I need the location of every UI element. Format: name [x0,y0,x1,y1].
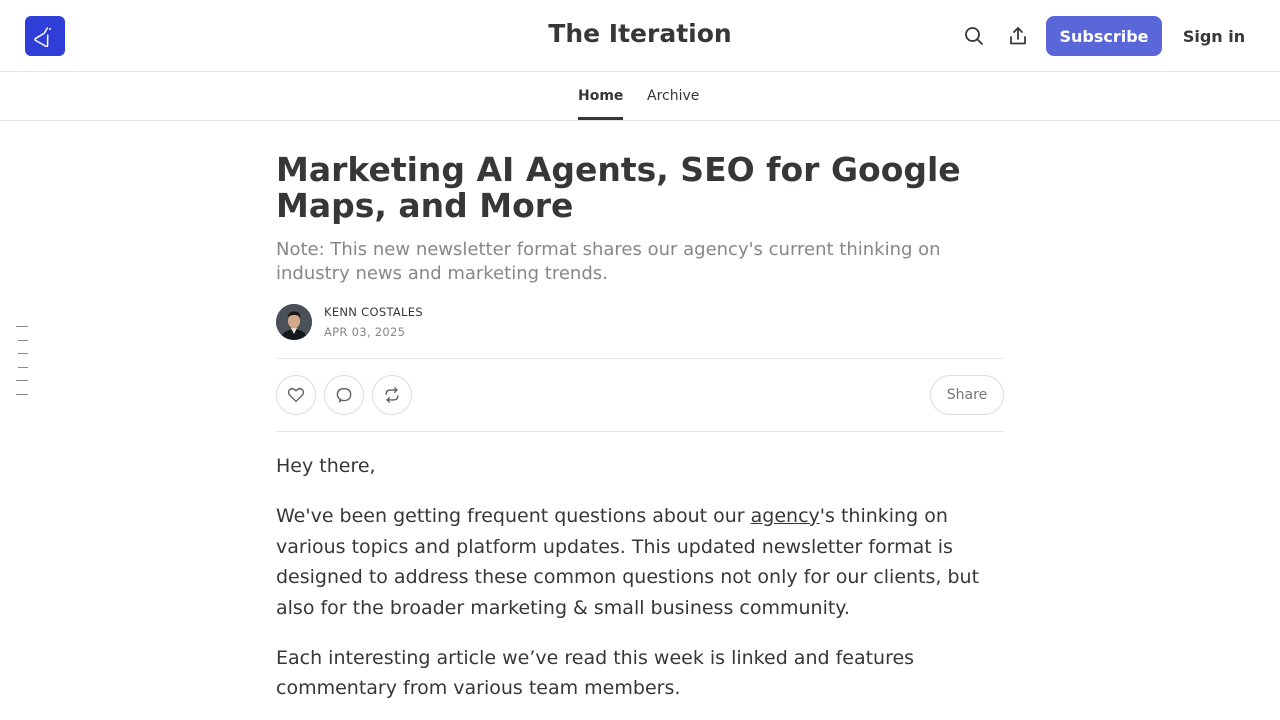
sign-in-button[interactable]: Sign in [1176,16,1252,56]
top-header: The Iteration Subscribe Sign in [0,0,1280,72]
search-icon [965,27,983,45]
like-button[interactable] [276,375,316,415]
author-name[interactable]: KENN COSTALES [324,305,423,319]
restack-button[interactable] [372,375,412,415]
comment-button[interactable] [324,375,364,415]
byline: KENN COSTALES APR 03, 2025 [276,304,1004,340]
tab-archive[interactable]: Archive [647,72,699,120]
post-date: APR 03, 2025 [324,325,406,339]
post-body: Hey there, We've been getting frequent q… [276,451,1004,704]
post-title: Marketing AI Agents, SEO for Google Maps… [276,150,961,225]
heart-icon [287,387,305,402]
nav-tabs: Home Archive [0,72,1280,121]
format-paragraph: Each interesting article we’ve read this… [276,646,915,700]
share-publication-button[interactable] [1006,24,1030,48]
share-icon [1010,27,1026,45]
post-actions-bar: Share [276,358,1004,432]
share-button[interactable]: Share [930,375,1004,415]
post-article: Marketing AI Agents, SEO for Google Maps… [276,152,1004,720]
intro-paragraph: We've been getting frequent questions ab… [276,501,1004,623]
subscribe-button[interactable]: Subscribe [1046,16,1162,56]
table-of-contents-markers[interactable] [16,326,28,407]
tab-home[interactable]: Home [578,72,624,120]
comment-icon [336,387,352,403]
search-button[interactable] [962,24,986,48]
post-subtitle: Note: This new newsletter format shares … [276,239,941,284]
greeting-paragraph: Hey there, [276,455,376,477]
author-avatar[interactable] [276,304,312,340]
intro-text-start: We've been getting frequent questions ab… [276,505,751,527]
agency-link[interactable]: agency [751,505,820,527]
restack-icon [385,387,399,403]
